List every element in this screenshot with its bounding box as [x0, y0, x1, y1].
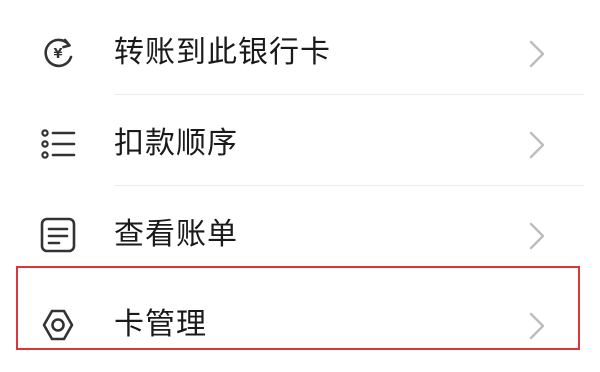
menu-item-view-bill[interactable]: 查看账单 — [0, 186, 600, 276]
menu-item-deduction-order[interactable]: 扣款顺序 — [0, 95, 600, 185]
menu-item-card-management[interactable]: 卡管理 — [0, 276, 600, 366]
chevron-right-icon — [526, 310, 548, 342]
bill-icon — [38, 215, 78, 255]
card-options-menu: ¥ 转账到此银行卡 扣款顺序 查看账单 卡管理 — [0, 0, 600, 372]
menu-item-transfer-to-card[interactable]: ¥ 转账到此银行卡 — [0, 4, 600, 94]
menu-item-label: 扣款顺序 — [114, 126, 238, 161]
chevron-right-icon — [526, 38, 548, 70]
chevron-right-icon — [526, 220, 548, 252]
menu-item-label: 卡管理 — [114, 307, 207, 342]
yuan-transfer-icon: ¥ — [38, 33, 78, 73]
svg-text:¥: ¥ — [53, 47, 62, 62]
menu-item-label: 查看账单 — [114, 217, 238, 252]
list-icon — [38, 124, 78, 164]
gear-icon — [38, 305, 78, 345]
menu-item-label: 转账到此银行卡 — [114, 35, 331, 70]
chevron-right-icon — [526, 129, 548, 161]
